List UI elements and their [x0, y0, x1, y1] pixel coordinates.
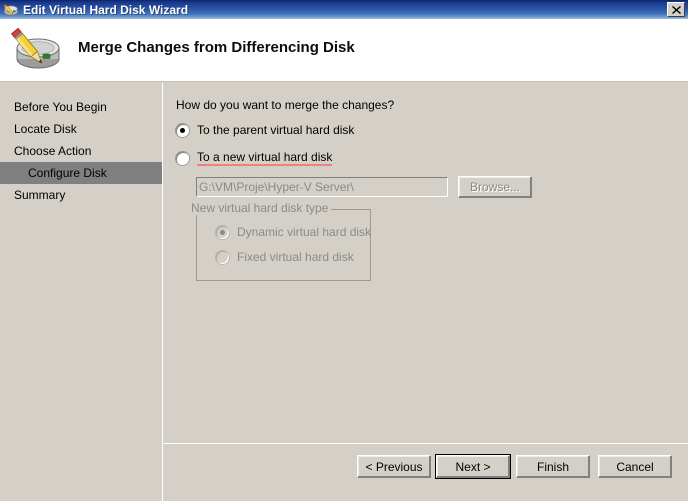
radio-button-icon[interactable]: [176, 123, 189, 137]
page-title: Merge Changes from Differencing Disk: [78, 39, 355, 56]
sidebar-item-summary[interactable]: Summary: [0, 184, 162, 206]
main-pane: How do you want to merge the changes? To…: [164, 83, 688, 501]
previous-button[interactable]: < Previous: [357, 455, 431, 478]
radio-to-new-disk[interactable]: To a new virtual hard disk: [176, 150, 333, 166]
wizard-window: Edit Virtual Hard Disk Wizard Merge Chan…: [0, 0, 688, 501]
question-label: How do you want to merge the changes?: [176, 98, 395, 112]
header-banner: Merge Changes from Differencing Disk: [0, 19, 688, 82]
new-disk-type-groupbox: [196, 209, 371, 281]
new-disk-type-groupbox-title: New virtual hard disk type: [188, 201, 332, 215]
title-bar: Edit Virtual Hard Disk Wizard: [0, 0, 688, 19]
radio-dynamic-disk[interactable]: Dynamic virtual hard disk: [216, 225, 371, 239]
wizard-steps-sidebar: Before You Begin Locate Disk Choose Acti…: [0, 83, 163, 501]
radio-to-new-disk-label: To a new virtual hard disk: [197, 150, 333, 166]
footer-buttons: < Previous Next > Finish Cancel: [164, 444, 688, 501]
close-glyph: [671, 5, 681, 14]
radio-button-icon[interactable]: [176, 151, 189, 165]
browse-button[interactable]: Browse...: [458, 176, 532, 198]
finish-button[interactable]: Finish: [516, 455, 590, 478]
hard-disk-pencil-icon: [10, 26, 64, 74]
radio-to-parent-disk[interactable]: To the parent virtual hard disk: [176, 123, 354, 137]
radio-fixed-disk[interactable]: Fixed virtual hard disk: [216, 250, 354, 264]
new-disk-path-input[interactable]: G:\VM\Proje\Hyper-V Server\: [196, 177, 448, 197]
radio-dynamic-disk-label: Dynamic virtual hard disk: [237, 225, 372, 239]
radio-to-parent-disk-label: To the parent virtual hard disk: [197, 123, 355, 137]
window-title: Edit Virtual Hard Disk Wizard: [23, 2, 189, 17]
sidebar-item-configure-disk[interactable]: Configure Disk: [0, 162, 162, 184]
path-row: G:\VM\Proje\Hyper-V Server\ Browse...: [196, 176, 666, 198]
wizard-body: Before You Begin Locate Disk Choose Acti…: [0, 83, 688, 501]
close-icon[interactable]: [667, 2, 685, 17]
sidebar-item-before-you-begin[interactable]: Before You Begin: [0, 96, 162, 118]
sidebar-item-choose-action[interactable]: Choose Action: [0, 140, 162, 162]
radio-button-icon: [216, 225, 229, 239]
sidebar-item-locate-disk[interactable]: Locate Disk: [0, 118, 162, 140]
window-disk-pencil-icon: [3, 2, 19, 17]
radio-fixed-disk-label: Fixed virtual hard disk: [237, 250, 354, 264]
radio-button-icon: [216, 250, 229, 264]
cancel-button[interactable]: Cancel: [598, 455, 672, 478]
next-button[interactable]: Next >: [435, 454, 511, 479]
